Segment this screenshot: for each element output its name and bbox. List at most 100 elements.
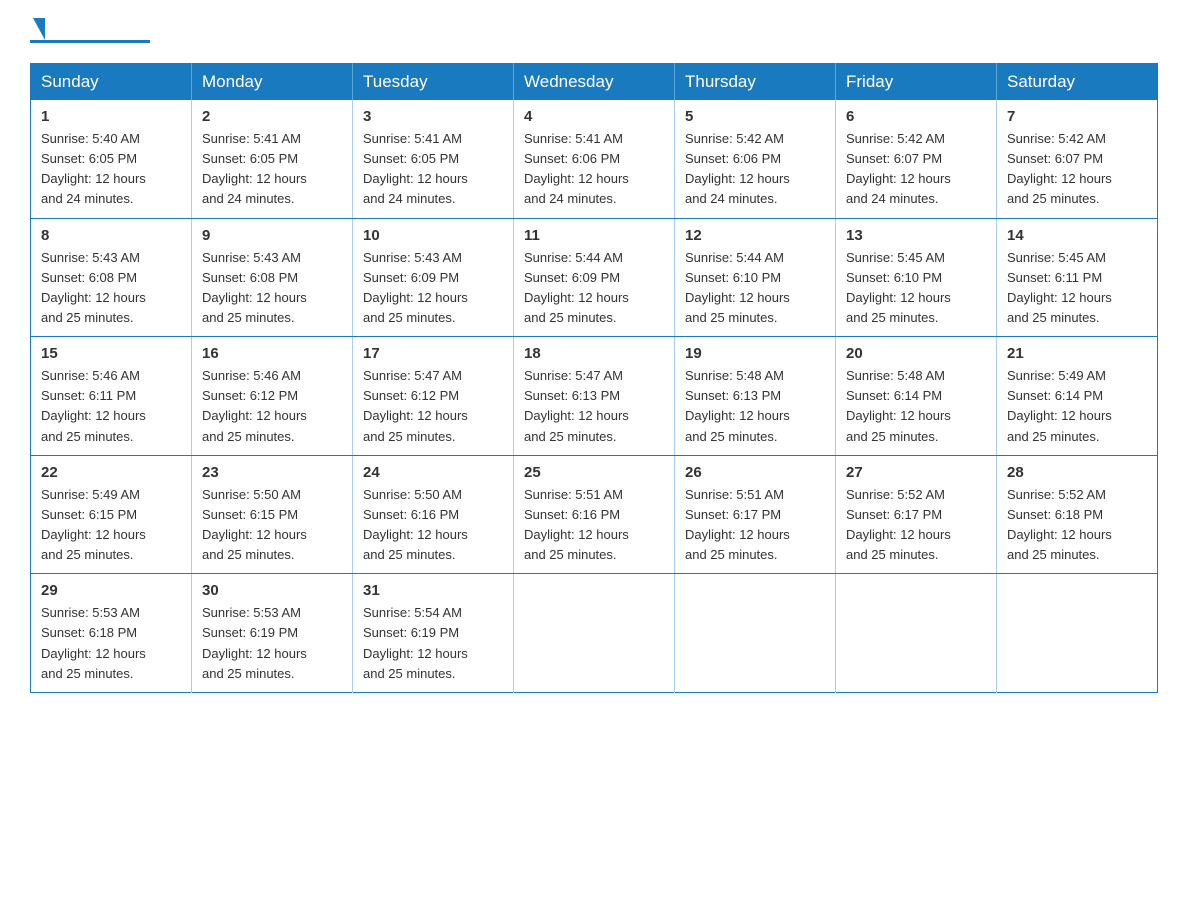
day-number: 19 [685, 345, 825, 362]
calendar-cell: 18 Sunrise: 5:47 AMSunset: 6:13 PMDayligh… [514, 337, 675, 456]
week-row-1: 1 Sunrise: 5:40 AMSunset: 6:05 PMDaylight… [31, 100, 1158, 218]
week-row-3: 15Sunrise: 5:46 AMSunset: 6:11 PMDayligh… [31, 337, 1158, 456]
day-info: Sunrise: 5:54 AMSunset: 6:19 PMDaylight:… [363, 603, 503, 684]
calendar-cell: 12Sunrise: 5:44 AMSunset: 6:10 PMDayligh… [675, 218, 836, 337]
calendar-cell: 30Sunrise: 5:53 AMSunset: 6:19 PMDayligh… [192, 574, 353, 693]
day-number: 2 [202, 108, 342, 125]
header-friday: Friday [836, 64, 997, 101]
day-info: Sunrise: 5:46 AMSunset: 6:11 PMDaylight:… [41, 366, 181, 447]
calendar-cell: 24Sunrise: 5:50 AMSunset: 6:16 PMDayligh… [353, 455, 514, 574]
day-number: 4 [524, 108, 664, 125]
calendar-cell: 15Sunrise: 5:46 AMSunset: 6:11 PMDayligh… [31, 337, 192, 456]
day-info: Sunrise: 5:42 AMSunset: 6:07 PMDaylight:… [846, 129, 986, 210]
day-info: Sunrise: 5:47 AMSunset: 6:12 PMDaylight:… [363, 366, 503, 447]
day-info: Sunrise: 5:44 AMSunset: 6:09 PMDaylight:… [524, 248, 664, 329]
day-info: Sunrise: 5:53 AMSunset: 6:19 PMDaylight:… [202, 603, 342, 684]
page-header [30, 20, 1158, 43]
day-number: 20 [846, 345, 986, 362]
logo-underline [30, 40, 150, 43]
calendar-cell: 10 Sunrise: 5:43 AMSunset: 6:09 PMDayligh… [353, 218, 514, 337]
header-saturday: Saturday [997, 64, 1158, 101]
day-info: Sunrise: 5:46 AMSunset: 6:12 PMDaylight:… [202, 366, 342, 447]
day-info: Sunrise: 5:50 AMSunset: 6:15 PMDaylight:… [202, 485, 342, 566]
day-number: 7 [1007, 108, 1147, 125]
day-number: 29 [41, 582, 181, 599]
day-number: 25 [524, 464, 664, 481]
day-number: 1 [41, 108, 181, 125]
logo [30, 20, 150, 43]
day-number: 9 [202, 227, 342, 244]
calendar-cell: 17 Sunrise: 5:47 AMSunset: 6:12 PMDayligh… [353, 337, 514, 456]
calendar-cell: 14 Sunrise: 5:45 AMSunset: 6:11 PMDayligh… [997, 218, 1158, 337]
day-number: 11 [524, 227, 664, 244]
calendar-cell: 31 Sunrise: 5:54 AMSunset: 6:19 PMDayligh… [353, 574, 514, 693]
calendar-header-row: SundayMondayTuesdayWednesdayThursdayFrid… [31, 64, 1158, 101]
calendar-cell: 26 Sunrise: 5:51 AMSunset: 6:17 PMDayligh… [675, 455, 836, 574]
calendar-cell: 28 Sunrise: 5:52 AMSunset: 6:18 PMDayligh… [997, 455, 1158, 574]
day-number: 16 [202, 345, 342, 362]
day-number: 18 [524, 345, 664, 362]
header-wednesday: Wednesday [514, 64, 675, 101]
header-thursday: Thursday [675, 64, 836, 101]
calendar-cell: 7 Sunrise: 5:42 AMSunset: 6:07 PMDaylight… [997, 100, 1158, 218]
calendar-cell: 23 Sunrise: 5:50 AMSunset: 6:15 PMDayligh… [192, 455, 353, 574]
day-number: 10 [363, 227, 503, 244]
day-info: Sunrise: 5:43 AMSunset: 6:08 PMDaylight:… [41, 248, 181, 329]
day-number: 28 [1007, 464, 1147, 481]
day-number: 21 [1007, 345, 1147, 362]
day-number: 5 [685, 108, 825, 125]
day-info: Sunrise: 5:48 AMSunset: 6:14 PMDaylight:… [846, 366, 986, 447]
calendar-cell: 29Sunrise: 5:53 AMSunset: 6:18 PMDayligh… [31, 574, 192, 693]
calendar-cell: 27 Sunrise: 5:52 AMSunset: 6:17 PMDayligh… [836, 455, 997, 574]
day-number: 6 [846, 108, 986, 125]
day-number: 13 [846, 227, 986, 244]
day-number: 14 [1007, 227, 1147, 244]
header-monday: Monday [192, 64, 353, 101]
day-number: 26 [685, 464, 825, 481]
calendar-cell [836, 574, 997, 693]
calendar-cell: 13 Sunrise: 5:45 AMSunset: 6:10 PMDayligh… [836, 218, 997, 337]
calendar-cell: 11 Sunrise: 5:44 AMSunset: 6:09 PMDayligh… [514, 218, 675, 337]
calendar-cell: 3 Sunrise: 5:41 AMSunset: 6:05 PMDaylight… [353, 100, 514, 218]
calendar-cell: 6 Sunrise: 5:42 AMSunset: 6:07 PMDaylight… [836, 100, 997, 218]
calendar-cell: 8 Sunrise: 5:43 AMSunset: 6:08 PMDaylight… [31, 218, 192, 337]
logo-triangle-icon [33, 18, 45, 40]
day-info: Sunrise: 5:42 AMSunset: 6:07 PMDaylight:… [1007, 129, 1147, 210]
day-info: Sunrise: 5:42 AMSunset: 6:06 PMDaylight:… [685, 129, 825, 210]
day-info: Sunrise: 5:50 AMSunset: 6:16 PMDaylight:… [363, 485, 503, 566]
calendar-cell [514, 574, 675, 693]
calendar-cell: 19Sunrise: 5:48 AMSunset: 6:13 PMDayligh… [675, 337, 836, 456]
calendar-cell: 16 Sunrise: 5:46 AMSunset: 6:12 PMDayligh… [192, 337, 353, 456]
day-info: Sunrise: 5:52 AMSunset: 6:18 PMDaylight:… [1007, 485, 1147, 566]
calendar-cell: 9Sunrise: 5:43 AMSunset: 6:08 PMDaylight… [192, 218, 353, 337]
day-info: Sunrise: 5:41 AMSunset: 6:05 PMDaylight:… [202, 129, 342, 210]
day-number: 23 [202, 464, 342, 481]
day-info: Sunrise: 5:44 AMSunset: 6:10 PMDaylight:… [685, 248, 825, 329]
day-info: Sunrise: 5:51 AMSunset: 6:16 PMDaylight:… [524, 485, 664, 566]
week-row-4: 22 Sunrise: 5:49 AMSunset: 6:15 PMDayligh… [31, 455, 1158, 574]
day-info: Sunrise: 5:41 AMSunset: 6:05 PMDaylight:… [363, 129, 503, 210]
day-number: 27 [846, 464, 986, 481]
day-info: Sunrise: 5:51 AMSunset: 6:17 PMDaylight:… [685, 485, 825, 566]
calendar-table: SundayMondayTuesdayWednesdayThursdayFrid… [30, 63, 1158, 693]
calendar-cell [997, 574, 1158, 693]
day-number: 17 [363, 345, 503, 362]
day-info: Sunrise: 5:45 AMSunset: 6:11 PMDaylight:… [1007, 248, 1147, 329]
day-info: Sunrise: 5:52 AMSunset: 6:17 PMDaylight:… [846, 485, 986, 566]
day-number: 3 [363, 108, 503, 125]
day-info: Sunrise: 5:40 AMSunset: 6:05 PMDaylight:… [41, 129, 181, 210]
calendar-cell: 22 Sunrise: 5:49 AMSunset: 6:15 PMDayligh… [31, 455, 192, 574]
calendar-cell: 2 Sunrise: 5:41 AMSunset: 6:05 PMDaylight… [192, 100, 353, 218]
day-number: 31 [363, 582, 503, 599]
day-info: Sunrise: 5:43 AMSunset: 6:09 PMDaylight:… [363, 248, 503, 329]
header-tuesday: Tuesday [353, 64, 514, 101]
day-info: Sunrise: 5:49 AMSunset: 6:15 PMDaylight:… [41, 485, 181, 566]
day-info: Sunrise: 5:45 AMSunset: 6:10 PMDaylight:… [846, 248, 986, 329]
header-sunday: Sunday [31, 64, 192, 101]
day-number: 22 [41, 464, 181, 481]
day-info: Sunrise: 5:47 AMSunset: 6:13 PMDaylight:… [524, 366, 664, 447]
calendar-cell: 20 Sunrise: 5:48 AMSunset: 6:14 PMDayligh… [836, 337, 997, 456]
calendar-cell: 21Sunrise: 5:49 AMSunset: 6:14 PMDayligh… [997, 337, 1158, 456]
day-info: Sunrise: 5:41 AMSunset: 6:06 PMDaylight:… [524, 129, 664, 210]
day-number: 8 [41, 227, 181, 244]
